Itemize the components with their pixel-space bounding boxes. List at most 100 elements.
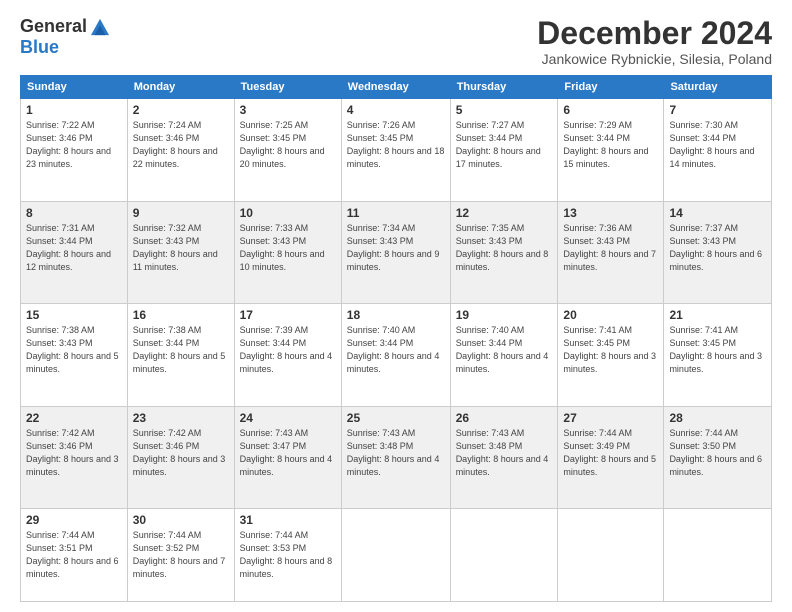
col-header-friday: Friday [558, 76, 664, 99]
day-number: 28 [669, 411, 766, 425]
header: General Blue December 2024 Jankowice Ryb… [20, 16, 772, 67]
day-info: Sunrise: 7:36 AMSunset: 3:43 PMDaylight:… [563, 222, 658, 274]
day-info: Sunrise: 7:44 AMSunset: 3:52 PMDaylight:… [133, 529, 229, 581]
calendar-cell: 20Sunrise: 7:41 AMSunset: 3:45 PMDayligh… [558, 304, 664, 406]
day-number: 3 [240, 103, 336, 117]
page: General Blue December 2024 Jankowice Ryb… [0, 0, 792, 612]
day-number: 26 [456, 411, 553, 425]
calendar-cell: 28 Sunrise: 7:44 AMSunset: 3:50 PMDayligh… [664, 406, 772, 508]
day-number: 15 [26, 308, 122, 322]
day-number: 23 [133, 411, 229, 425]
calendar-week-row: 15 Sunrise: 7:38 AMSunset: 3:43 PMDayligh… [21, 304, 772, 406]
day-number: 11 [347, 206, 445, 220]
day-info: Sunrise: 7:35 AMSunset: 3:43 PMDaylight:… [456, 222, 553, 274]
day-number: 2 [133, 103, 229, 117]
calendar-cell: 24Sunrise: 7:43 AMSunset: 3:47 PMDayligh… [234, 406, 341, 508]
calendar-cell [558, 508, 664, 601]
day-info: Sunrise: 7:33 AMSunset: 3:43 PMDaylight:… [240, 222, 336, 274]
day-info: Sunrise: 7:43 AMSunset: 3:48 PMDaylight:… [347, 427, 445, 479]
logo-blue-text: Blue [20, 37, 59, 58]
day-info: Sunrise: 7:29 AMSunset: 3:44 PMDaylight:… [563, 119, 658, 171]
calendar-cell: 15 Sunrise: 7:38 AMSunset: 3:43 PMDayligh… [21, 304, 128, 406]
day-info: Sunrise: 7:26 AMSunset: 3:45 PMDaylight:… [347, 119, 445, 171]
day-info: Sunrise: 7:42 AMSunset: 3:46 PMDaylight:… [133, 427, 229, 479]
day-number: 29 [26, 513, 122, 527]
day-info: Sunrise: 7:31 AMSunset: 3:44 PMDaylight:… [26, 222, 122, 274]
day-number: 13 [563, 206, 658, 220]
col-header-thursday: Thursday [450, 76, 558, 99]
day-number: 25 [347, 411, 445, 425]
day-number: 27 [563, 411, 658, 425]
calendar-cell: 19 Sunrise: 7:40 AMSunset: 3:44 PMDayligh… [450, 304, 558, 406]
calendar-cell [664, 508, 772, 601]
col-header-sunday: Sunday [21, 76, 128, 99]
calendar-cell: 17 Sunrise: 7:39 AMSunset: 3:44 PMDayligh… [234, 304, 341, 406]
col-header-tuesday: Tuesday [234, 76, 341, 99]
calendar-cell: 8Sunrise: 7:31 AMSunset: 3:44 PMDaylight… [21, 201, 128, 303]
calendar-cell: 6Sunrise: 7:29 AMSunset: 3:44 PMDaylight… [558, 99, 664, 201]
calendar-cell: 14 Sunrise: 7:37 AMSunset: 3:43 PMDayligh… [664, 201, 772, 303]
day-number: 19 [456, 308, 553, 322]
col-header-monday: Monday [127, 76, 234, 99]
calendar-cell: 31 Sunrise: 7:44 AMSunset: 3:53 PMDayligh… [234, 508, 341, 601]
day-number: 14 [669, 206, 766, 220]
day-info: Sunrise: 7:39 AMSunset: 3:44 PMDaylight:… [240, 324, 336, 376]
day-number: 22 [26, 411, 122, 425]
day-info: Sunrise: 7:32 AMSunset: 3:43 PMDaylight:… [133, 222, 229, 274]
calendar-cell: 4 Sunrise: 7:26 AMSunset: 3:45 PMDaylight… [341, 99, 450, 201]
col-header-wednesday: Wednesday [341, 76, 450, 99]
day-info: Sunrise: 7:44 AMSunset: 3:50 PMDaylight:… [669, 427, 766, 479]
calendar-cell: 3 Sunrise: 7:25 AMSunset: 3:45 PMDaylight… [234, 99, 341, 201]
calendar-cell: 16 Sunrise: 7:38 AMSunset: 3:44 PMDayligh… [127, 304, 234, 406]
calendar-cell: 25 Sunrise: 7:43 AMSunset: 3:48 PMDayligh… [341, 406, 450, 508]
day-info: Sunrise: 7:24 AMSunset: 3:46 PMDaylight:… [133, 119, 229, 171]
day-number: 4 [347, 103, 445, 117]
day-info: Sunrise: 7:37 AMSunset: 3:43 PMDaylight:… [669, 222, 766, 274]
day-number: 1 [26, 103, 122, 117]
calendar-cell: 23 Sunrise: 7:42 AMSunset: 3:46 PMDayligh… [127, 406, 234, 508]
day-info: Sunrise: 7:43 AMSunset: 3:48 PMDaylight:… [456, 427, 553, 479]
day-info: Sunrise: 7:44 AMSunset: 3:51 PMDaylight:… [26, 529, 122, 581]
day-info: Sunrise: 7:40 AMSunset: 3:44 PMDaylight:… [347, 324, 445, 376]
calendar-cell: 7 Sunrise: 7:30 AMSunset: 3:44 PMDaylight… [664, 99, 772, 201]
day-number: 21 [669, 308, 766, 322]
day-number: 7 [669, 103, 766, 117]
day-info: Sunrise: 7:44 AMSunset: 3:53 PMDaylight:… [240, 529, 336, 581]
calendar-cell: 27Sunrise: 7:44 AMSunset: 3:49 PMDayligh… [558, 406, 664, 508]
day-info: Sunrise: 7:25 AMSunset: 3:45 PMDaylight:… [240, 119, 336, 171]
logo-general-text: General [20, 16, 87, 37]
calendar-cell: 12Sunrise: 7:35 AMSunset: 3:43 PMDayligh… [450, 201, 558, 303]
day-info: Sunrise: 7:30 AMSunset: 3:44 PMDaylight:… [669, 119, 766, 171]
day-info: Sunrise: 7:43 AMSunset: 3:47 PMDaylight:… [240, 427, 336, 479]
calendar-cell: 18 Sunrise: 7:40 AMSunset: 3:44 PMDayligh… [341, 304, 450, 406]
day-number: 20 [563, 308, 658, 322]
day-number: 17 [240, 308, 336, 322]
day-info: Sunrise: 7:38 AMSunset: 3:43 PMDaylight:… [26, 324, 122, 376]
calendar-cell: 30Sunrise: 7:44 AMSunset: 3:52 PMDayligh… [127, 508, 234, 601]
calendar-week-row: 29 Sunrise: 7:44 AMSunset: 3:51 PMDayligh… [21, 508, 772, 601]
calendar-cell: 1Sunrise: 7:22 AMSunset: 3:46 PMDaylight… [21, 99, 128, 201]
day-info: Sunrise: 7:38 AMSunset: 3:44 PMDaylight:… [133, 324, 229, 376]
day-info: Sunrise: 7:40 AMSunset: 3:44 PMDaylight:… [456, 324, 553, 376]
day-number: 9 [133, 206, 229, 220]
calendar-cell [341, 508, 450, 601]
calendar-table: SundayMondayTuesdayWednesdayThursdayFrid… [20, 75, 772, 602]
calendar-cell: 10 Sunrise: 7:33 AMSunset: 3:43 PMDayligh… [234, 201, 341, 303]
logo: General Blue [20, 16, 109, 58]
day-number: 31 [240, 513, 336, 527]
calendar-cell: 2 Sunrise: 7:24 AMSunset: 3:46 PMDaylight… [127, 99, 234, 201]
calendar-header-row: SundayMondayTuesdayWednesdayThursdayFrid… [21, 76, 772, 99]
day-number: 16 [133, 308, 229, 322]
col-header-saturday: Saturday [664, 76, 772, 99]
day-number: 10 [240, 206, 336, 220]
day-info: Sunrise: 7:42 AMSunset: 3:46 PMDaylight:… [26, 427, 122, 479]
calendar-cell: 26 Sunrise: 7:43 AMSunset: 3:48 PMDayligh… [450, 406, 558, 508]
calendar-week-row: 1Sunrise: 7:22 AMSunset: 3:46 PMDaylight… [21, 99, 772, 201]
day-number: 18 [347, 308, 445, 322]
calendar-cell: 22 Sunrise: 7:42 AMSunset: 3:46 PMDayligh… [21, 406, 128, 508]
header-right: December 2024 Jankowice Rybnickie, Siles… [537, 16, 772, 67]
calendar-cell: 21Sunrise: 7:41 AMSunset: 3:45 PMDayligh… [664, 304, 772, 406]
logo-icon [91, 18, 109, 36]
calendar-cell: 13 Sunrise: 7:36 AMSunset: 3:43 PMDayligh… [558, 201, 664, 303]
calendar-week-row: 8Sunrise: 7:31 AMSunset: 3:44 PMDaylight… [21, 201, 772, 303]
